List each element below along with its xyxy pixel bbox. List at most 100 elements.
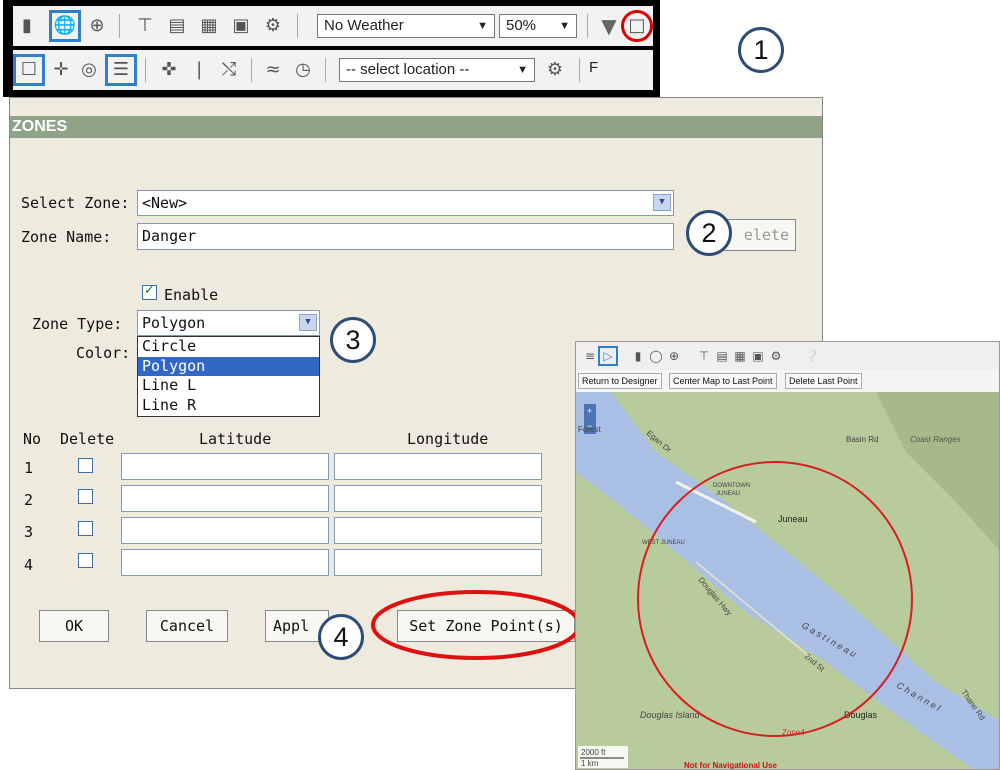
callout-1: 1 — [738, 27, 784, 73]
cancel-button[interactable]: Cancel — [146, 610, 228, 642]
signpost-icon[interactable]: ✜ — [155, 56, 183, 84]
toolbar-divider — [297, 14, 298, 38]
align-text-icon[interactable]: ▦ — [195, 12, 223, 40]
location-select-value: -- select location -- — [346, 61, 470, 78]
longitude-input[interactable] — [334, 517, 542, 544]
center-map-button[interactable]: Center Map to Last Point — [669, 373, 777, 389]
chevron-down-icon[interactable]: ▼ — [653, 194, 671, 211]
row-number: 2 — [24, 491, 34, 509]
row-number: 1 — [24, 459, 34, 477]
globe-icon[interactable]: ◯ — [648, 348, 664, 364]
settings-box-icon[interactable]: ⚙ — [259, 12, 287, 40]
zoom-in-icon[interactable]: + — [587, 406, 592, 416]
align-top-icon[interactable]: ⊤ — [696, 348, 712, 364]
return-to-designer-button[interactable]: Return to Designer — [578, 373, 662, 389]
align-center-icon[interactable]: ▤ — [714, 348, 730, 364]
zone-polygon-icon[interactable]: □ — [621, 10, 653, 42]
longitude-input[interactable] — [334, 485, 542, 512]
zone-type-option-line-r[interactable]: Line R — [138, 396, 319, 416]
callout-2: 2 — [686, 210, 732, 256]
row-delete-checkbox[interactable] — [78, 521, 93, 536]
zone-type-value: Polygon — [142, 314, 206, 332]
map-label-downtown: DOWNTOWN — [713, 483, 750, 489]
delete-zone-button-label: elete — [743, 226, 789, 244]
zoom-select-value: 50% — [506, 17, 537, 34]
latitude-input[interactable] — [121, 485, 329, 512]
play-icon[interactable]: ▷ — [598, 346, 618, 366]
align-top-icon[interactable]: ⊤ — [131, 12, 159, 40]
highlight-ellipse — [371, 590, 581, 660]
layout-icon[interactable]: ▣ — [227, 12, 255, 40]
zone-name-input[interactable]: Danger — [137, 223, 674, 250]
zone-type-option-line-l[interactable]: Line L — [138, 376, 319, 396]
layout-icon[interactable]: ▣ — [750, 348, 766, 364]
list-icon[interactable]: ☰ — [105, 54, 137, 86]
route-icon[interactable]: ❘ — [185, 56, 213, 84]
zone-type-label: Zone Type: — [32, 315, 123, 333]
pin-icon[interactable]: ✛ — [47, 56, 75, 84]
latitude-input[interactable] — [121, 453, 329, 480]
zone-type-options: Circle Polygon Line L Line R — [137, 336, 320, 417]
vehicle-icon[interactable]: ▮ — [13, 12, 41, 40]
latitude-input[interactable] — [121, 549, 329, 576]
layers-icon[interactable]: ≡ — [582, 348, 598, 364]
gauge-icon[interactable]: ◷ — [289, 56, 317, 84]
toolbar-divider — [251, 58, 252, 82]
globe-icon[interactable]: 🌐 — [49, 10, 81, 42]
ok-button[interactable]: OK — [39, 610, 109, 642]
align-text-icon[interactable]: ▦ — [732, 348, 748, 364]
help-icon[interactable]: ❔ — [804, 348, 820, 364]
checkmark-icon: ✓ — [144, 283, 155, 298]
callout-4: 4 — [318, 614, 364, 660]
col-header-latitude: Latitude — [199, 430, 272, 448]
map-label-juneau: Juneau — [778, 514, 808, 524]
map-toolbar: ▮ 🌐 ⊕ ⊤ ▤ ▦ ▣ ⚙ No Weather ▼ 50% ▼ ▼ □ ☐ ✛… — [3, 0, 660, 97]
map-label-juneau-small: JUNEAU — [716, 491, 740, 497]
globe-grid-icon[interactable]: ⊕ — [666, 348, 682, 364]
zone-type-dropdown[interactable]: Polygon ▼ — [137, 310, 320, 336]
chevron-down-icon[interactable]: ▼ — [299, 314, 317, 331]
ruler-icon[interactable]: ⤭ — [215, 56, 243, 84]
enable-checkbox[interactable]: ✓ — [142, 283, 157, 300]
dropdown-arrow-icon: ▼ — [477, 20, 488, 32]
map-label-coast: Coast Ranges — [910, 435, 961, 444]
globe-grid-icon[interactable]: ⊕ — [83, 12, 111, 40]
chat-shape-icon[interactable]: ☐ — [13, 54, 45, 86]
zone-name-value: Danger — [142, 227, 197, 245]
align-center-icon[interactable]: ▤ — [163, 12, 191, 40]
zones-title: ZONES — [10, 116, 822, 138]
map-window: ≡ ▷ ▮ ◯ ⊕ ⊤ ▤ ▦ ▣ ⚙ ❔ Return to Designer… — [575, 341, 1000, 770]
location-select[interactable]: -- select location -- ▼ — [339, 58, 535, 82]
delete-last-point-button[interactable]: Delete Last Point — [785, 373, 862, 389]
weather-select[interactable]: No Weather ▼ — [317, 14, 495, 38]
row-delete-checkbox[interactable] — [78, 553, 93, 568]
map-label-basin: Basin Rd — [846, 435, 878, 444]
latitude-input[interactable] — [121, 517, 329, 544]
enable-label: Enable — [164, 286, 219, 304]
map-scale-ft: 2000 ft — [581, 748, 606, 757]
location-settings-icon[interactable]: ⚙ — [541, 56, 569, 84]
settings-box-icon[interactable]: ⚙ — [768, 348, 784, 364]
row-delete-checkbox[interactable] — [78, 458, 93, 473]
row-number: 4 — [24, 556, 34, 574]
vehicle-icon[interactable]: ▮ — [630, 348, 646, 364]
select-zone-label: Select Zone: — [21, 194, 130, 212]
color-label: Color: — [76, 344, 131, 362]
zoom-select[interactable]: 50% ▼ — [499, 14, 577, 38]
terrain-icon[interactable]: ≈ — [259, 56, 287, 84]
select-zone-dropdown[interactable]: <New> ▼ — [137, 190, 674, 216]
toolbar-divider — [579, 58, 580, 82]
row-delete-checkbox[interactable] — [78, 489, 93, 504]
map-canvas[interactable]: + − Forest Egan Dr Basin Rd Coast Ranges… — [576, 392, 1000, 770]
target-icon[interactable]: ◎ — [75, 56, 103, 84]
dropdown-arrow-icon: ▼ — [517, 64, 528, 76]
zone-type-option-circle[interactable]: Circle — [138, 337, 319, 357]
filter-icon[interactable]: ▼ — [595, 12, 623, 40]
col-header-no: No — [23, 430, 42, 448]
toolbar-divider — [119, 14, 120, 38]
longitude-input[interactable] — [334, 453, 542, 480]
zone-name-label: Zone Name: — [21, 228, 112, 246]
zone-type-option-polygon[interactable]: Polygon — [138, 356, 319, 376]
dropdown-arrow-icon: ▼ — [559, 20, 570, 32]
longitude-input[interactable] — [334, 549, 542, 576]
